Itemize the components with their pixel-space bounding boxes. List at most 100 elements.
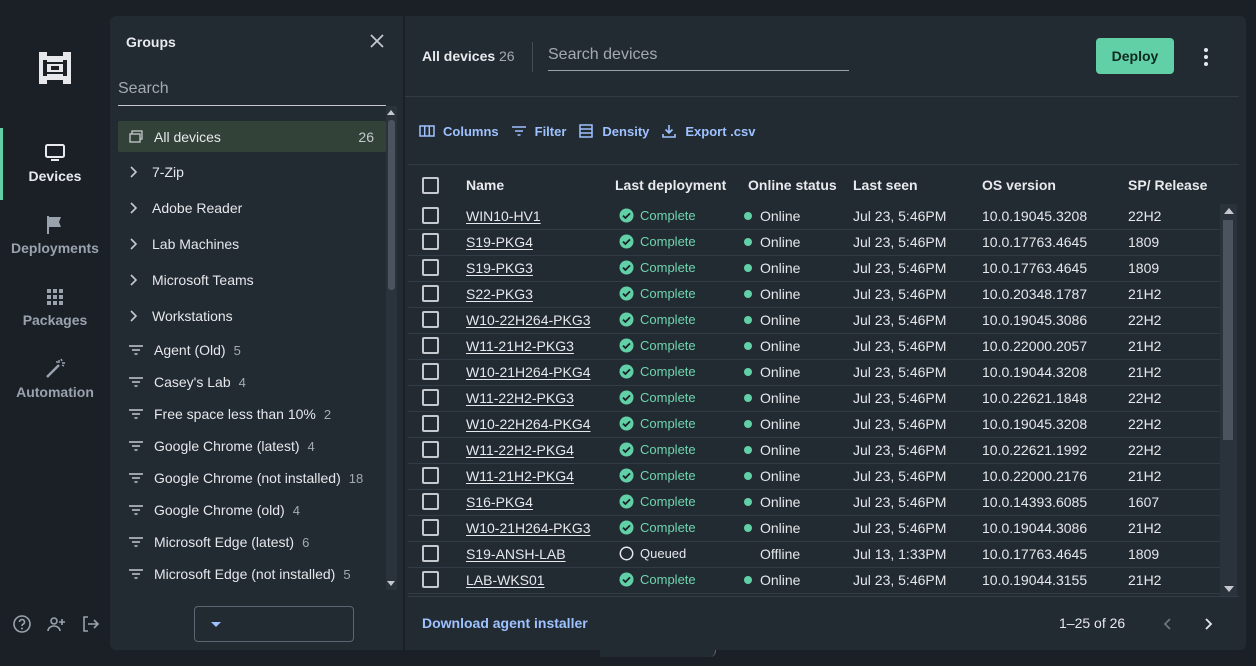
groups-scrollbar[interactable] bbox=[386, 106, 397, 590]
row-checkbox[interactable] bbox=[422, 311, 439, 328]
nav-automation[interactable]: Automation bbox=[0, 344, 110, 416]
group-filter[interactable]: Free space less than 10% 2 bbox=[118, 398, 386, 430]
row-checkbox[interactable] bbox=[422, 493, 439, 510]
device-name-link[interactable]: W10-21H264-PKG3 bbox=[466, 520, 591, 536]
group-filter[interactable]: Google Chrome (not installed) 18 bbox=[118, 462, 386, 494]
row-checkbox[interactable] bbox=[422, 519, 439, 536]
table-row[interactable]: W11-22H2-PKG3 Complete Online Jul 23, 5:46P… bbox=[408, 386, 1220, 412]
sign-out-icon[interactable] bbox=[80, 614, 100, 634]
chevron-right-icon[interactable] bbox=[128, 166, 138, 178]
table-row[interactable]: W10-21H264-PKG4 Complete Online Jul 23, 5:4… bbox=[408, 360, 1220, 386]
group-folder[interactable]: Workstations bbox=[118, 298, 386, 334]
row-checkbox[interactable] bbox=[422, 389, 439, 406]
device-name-link[interactable]: LAB-WKS01 bbox=[466, 572, 545, 588]
group-folder[interactable]: Microsoft Teams bbox=[118, 262, 386, 298]
column-header-last-deployment[interactable]: Last deployment bbox=[615, 177, 726, 193]
deploy-button[interactable]: Deploy bbox=[1096, 38, 1174, 74]
chevron-right-icon[interactable] bbox=[128, 202, 138, 214]
device-name-link[interactable]: W10-22H264-PKG4 bbox=[466, 416, 591, 432]
table-row[interactable]: LAB-WKS01 Complete Online Jul 23, 5:46PM 10.… bbox=[408, 568, 1220, 594]
device-search-input[interactable] bbox=[548, 40, 849, 70]
download-agent-installer-link[interactable]: Download agent installer bbox=[422, 615, 588, 631]
group-filter[interactable]: Google Chrome (old) 4 bbox=[118, 494, 386, 526]
column-header-online-status[interactable]: Online status bbox=[748, 177, 837, 193]
group-folder[interactable]: Lab Machines bbox=[118, 226, 386, 262]
close-icon[interactable] bbox=[368, 32, 386, 50]
group-filter[interactable]: Microsoft Edge (latest) 6 bbox=[118, 526, 386, 558]
row-checkbox[interactable] bbox=[422, 285, 439, 302]
help-icon[interactable] bbox=[12, 614, 32, 634]
group-filter[interactable]: Google Chrome (latest) 4 bbox=[118, 430, 386, 462]
chevron-right-icon[interactable] bbox=[1202, 616, 1214, 632]
device-name-link[interactable]: W11-21H2-PKG4 bbox=[466, 468, 574, 484]
group-folder[interactable]: Adobe Reader bbox=[118, 190, 386, 226]
table-row[interactable]: S19-ANSH-LAB Queued Offline Jul 13, 1:33PM 1… bbox=[408, 542, 1220, 568]
add-user-icon[interactable] bbox=[46, 614, 66, 634]
column-header-name[interactable]: Name bbox=[466, 177, 504, 193]
chevron-left-icon[interactable] bbox=[1162, 616, 1174, 632]
scrollbar-thumb[interactable] bbox=[388, 120, 395, 290]
columns-button[interactable]: Columns bbox=[419, 123, 499, 139]
row-checkbox[interactable] bbox=[422, 571, 439, 588]
table-row[interactable]: S22-PKG3 Complete Online Jul 23, 5:46PM 10.0… bbox=[408, 282, 1220, 308]
group-folder[interactable]: 7-Zip bbox=[118, 154, 386, 190]
select-all-checkbox[interactable] bbox=[422, 177, 439, 194]
scrollbar-thumb[interactable] bbox=[1223, 220, 1233, 440]
table-row[interactable]: W10-22H264-PKG4 Complete Online Jul 23, 5:4… bbox=[408, 412, 1220, 438]
device-name-link[interactable]: S19-PKG4 bbox=[466, 234, 533, 250]
device-name-link[interactable]: S16-PKG4 bbox=[466, 494, 533, 510]
device-name-link[interactable]: S22-PKG3 bbox=[466, 286, 533, 302]
table-row[interactable]: S19-PKG3 Complete Online Jul 23, 5:46PM 10.0… bbox=[408, 256, 1220, 282]
table-row[interactable]: W10-21H264-PKG3 Complete Online Jul 23, 5:4… bbox=[408, 516, 1220, 542]
chevron-right-icon[interactable] bbox=[128, 238, 138, 250]
table-row[interactable]: W11-21H2-PKG4 Complete Online Jul 23, 5:46P… bbox=[408, 464, 1220, 490]
nav-devices[interactable]: Devices bbox=[0, 128, 110, 200]
row-checkbox[interactable] bbox=[422, 545, 439, 562]
row-checkbox[interactable] bbox=[422, 363, 439, 380]
device-name-link[interactable]: W11-21H2-PKG3 bbox=[466, 338, 574, 354]
table-row[interactable]: WIN10-HV1 Complete Online Jul 23, 5:46PM 10.… bbox=[408, 204, 1220, 230]
scroll-down-arrow-icon[interactable] bbox=[1224, 586, 1234, 592]
scroll-up-arrow-icon[interactable] bbox=[1224, 208, 1234, 214]
export-csv-button[interactable]: Export .csv bbox=[661, 123, 755, 139]
scroll-down-arrow-icon[interactable] bbox=[387, 581, 395, 586]
table-row[interactable]: W11-22H2-PKG4 Complete Online Jul 23, 5:46P… bbox=[408, 438, 1220, 464]
column-header-sp-release[interactable]: SP/ Release bbox=[1128, 177, 1207, 193]
density-button[interactable]: Density bbox=[578, 123, 649, 139]
nav-packages[interactable]: Packages bbox=[0, 272, 110, 344]
filter-button[interactable]: Filter bbox=[511, 123, 566, 139]
device-search[interactable] bbox=[548, 40, 849, 71]
group-filter[interactable]: Microsoft Edge (not installed) 5 bbox=[118, 558, 386, 590]
table-row[interactable]: S19-PKG4 Complete Online Jul 23, 5:46PM 10.0… bbox=[408, 230, 1220, 256]
chevron-right-icon[interactable] bbox=[128, 274, 138, 286]
group-filter[interactable]: Casey's Lab 4 bbox=[118, 366, 386, 398]
device-name-link[interactable]: S19-ANSH-LAB bbox=[466, 546, 566, 562]
row-checkbox[interactable] bbox=[422, 467, 439, 484]
group-item-all-devices[interactable]: All devices 26 bbox=[118, 121, 386, 152]
groups-search[interactable] bbox=[118, 72, 386, 106]
groups-search-input[interactable] bbox=[118, 72, 386, 105]
column-header-os-version[interactable]: OS version bbox=[982, 177, 1056, 193]
create-group-dropdown-button[interactable] bbox=[195, 607, 237, 641]
table-row[interactable]: W10-22H264-PKG3 Complete Online Jul 23, 5:4… bbox=[408, 308, 1220, 334]
device-name-link[interactable]: W11-22H2-PKG3 bbox=[466, 390, 574, 406]
scroll-up-arrow-icon[interactable] bbox=[387, 110, 395, 115]
more-options-icon[interactable] bbox=[1201, 46, 1211, 68]
device-name-link[interactable]: W10-21H264-PKG4 bbox=[466, 364, 591, 380]
row-checkbox[interactable] bbox=[422, 259, 439, 276]
row-checkbox[interactable] bbox=[422, 207, 439, 224]
table-row[interactable]: W11-21H2-PKG3 Complete Online Jul 23, 5:46P… bbox=[408, 334, 1220, 360]
row-checkbox[interactable] bbox=[422, 233, 439, 250]
table-row[interactable]: S16-PKG4 Complete Online Jul 23, 5:46PM 10.0… bbox=[408, 490, 1220, 516]
row-checkbox[interactable] bbox=[422, 415, 439, 432]
row-checkbox[interactable] bbox=[422, 337, 439, 354]
device-name-link[interactable]: W11-22H2-PKG4 bbox=[466, 442, 574, 458]
nav-deployments[interactable]: Deployments bbox=[0, 200, 110, 272]
chevron-right-icon[interactable] bbox=[128, 310, 138, 322]
row-checkbox[interactable] bbox=[422, 441, 439, 458]
column-header-last-seen[interactable]: Last seen bbox=[853, 177, 918, 193]
device-name-link[interactable]: W10-22H264-PKG3 bbox=[466, 312, 591, 328]
device-name-link[interactable]: S19-PKG3 bbox=[466, 260, 533, 276]
group-filter[interactable]: Agent (Old) 5 bbox=[118, 334, 386, 366]
table-scrollbar[interactable] bbox=[1220, 204, 1237, 596]
